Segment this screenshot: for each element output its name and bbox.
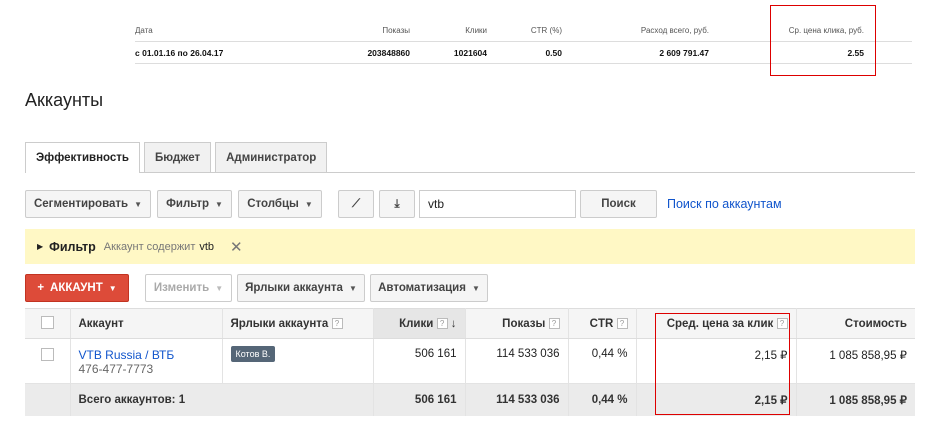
col-shows[interactable]: Показы ? [465,309,568,339]
sort-down-arrow-icon: ↓ [451,318,457,330]
chevron-down-icon: ▼ [305,200,313,209]
summary-value: с 01.01.16 по 26.04.17 [135,48,305,58]
labels-cell: Котов В. [222,339,373,384]
total-shows: 114 533 036 [465,384,568,416]
help-icon[interactable]: ? [549,318,560,329]
summary-value: 0.50 [487,48,562,58]
segment-button[interactable]: Сегментировать ▼ [25,190,151,218]
total-cost: 1 085 858,95 ₽ [796,384,915,416]
filter-label: Фильтр [166,198,209,210]
clicks-cell: 506 161 [373,339,465,384]
summary-value: 1021604 [410,48,487,58]
chevron-down-icon: ▼ [134,200,142,209]
automation-button[interactable]: Автоматизация ▼ [370,274,488,302]
tab-bar: Эффективность Бюджет Администратор [25,142,915,173]
add-label: АККАУНТ [50,282,103,294]
download-button[interactable]: ⤓ [379,190,415,218]
summary-header: Клики [410,26,487,35]
chevron-down-icon: ▼ [472,284,480,293]
chevron-down-icon: ▼ [349,284,357,293]
page-title: Аккаунты [25,90,103,111]
columns-button[interactable]: Столбцы ▼ [238,190,322,218]
account-cell: VTB Russia / ВТБ476-477-7773 [70,339,222,384]
filter-value: vtb [199,241,214,253]
chart-button[interactable]: ⟋ [338,190,374,218]
summary-header: Расход всего, руб. [562,26,709,35]
automation-label: Автоматизация [378,282,466,294]
ctr-cell: 0,44 % [568,339,636,384]
summary-header: CTR (%) [487,26,562,35]
highlight-box [655,313,790,415]
summary-value: 2 609 791.47 [562,48,709,58]
labels-label: Ярлыки аккаунта [245,282,343,294]
edit-button[interactable]: Изменить ▼ [145,274,232,302]
col-account[interactable]: Аккаунт [70,309,222,339]
filter-bar: ▶ Фильтр Аккаунт содержит vtb ✕ [25,229,915,264]
total-label: Всего аккаунтов: 1 [70,384,373,416]
account-label-badge[interactable]: Котов В. [231,346,276,362]
chevron-down-icon: ▼ [215,284,223,293]
summary-header: Дата [135,26,305,35]
search-accounts-link[interactable]: Поиск по аккаунтам [667,197,782,211]
total-ctr: 0,44 % [568,384,636,416]
highlight-box [770,5,876,76]
row-checkbox[interactable] [41,348,54,361]
filter-title: Фильтр [49,240,96,254]
columns-label: Столбцы [247,198,299,210]
summary-header: Показы [305,26,410,35]
chevron-down-icon: ▼ [215,200,223,209]
row-select [25,339,70,384]
segment-label: Сегментировать [34,198,128,210]
account-id: 476-477-7773 [79,362,214,376]
summary-value: 203848860 [305,48,410,58]
add-account-button[interactable]: + АККАУНТ ▼ [25,274,129,302]
col-labels[interactable]: Ярлыки аккаунта ? [222,309,373,339]
search-button[interactable]: Поиск [580,190,657,218]
account-link[interactable]: VTB Russia / ВТБ [79,348,214,362]
col-cost[interactable]: Стоимость [796,309,915,339]
line-chart-icon: ⟋ [352,198,360,211]
filter-button[interactable]: Фильтр ▼ [157,190,232,218]
tab-admin[interactable]: Администратор [215,142,327,172]
plus-icon: + [37,282,44,294]
help-icon[interactable]: ? [437,318,448,329]
col-ctr[interactable]: CTR ? [568,309,636,339]
search-input[interactable] [419,190,576,218]
select-all-checkbox[interactable] [41,316,54,329]
col-shows-text: Показы [502,318,545,330]
tab-performance[interactable]: Эффективность [25,142,140,173]
account-labels-button[interactable]: Ярлыки аккаунта ▼ [237,274,365,302]
edit-label: Изменить [154,282,209,294]
expand-triangle-icon[interactable]: ▶ [37,242,43,251]
col-labels-text: Ярлыки аккаунта [231,318,329,330]
help-icon[interactable]: ? [617,318,628,329]
download-icon: ⤓ [394,198,399,211]
col-clicks[interactable]: Клики ? ↓ [373,309,465,339]
total-clicks: 506 161 [373,384,465,416]
help-icon[interactable]: ? [332,318,343,329]
shows-cell: 114 533 036 [465,339,568,384]
cost-cell: 1 085 858,95 ₽ [796,339,915,384]
col-clicks-text: Клики [399,318,433,330]
close-icon[interactable]: ✕ [230,238,243,256]
chevron-down-icon: ▼ [109,284,117,293]
tab-budget[interactable]: Бюджет [144,142,211,172]
total-empty [25,384,70,416]
filter-condition: Аккаунт содержит [104,241,196,253]
select-all-header [25,309,70,339]
col-ctr-text: CTR [590,318,614,330]
